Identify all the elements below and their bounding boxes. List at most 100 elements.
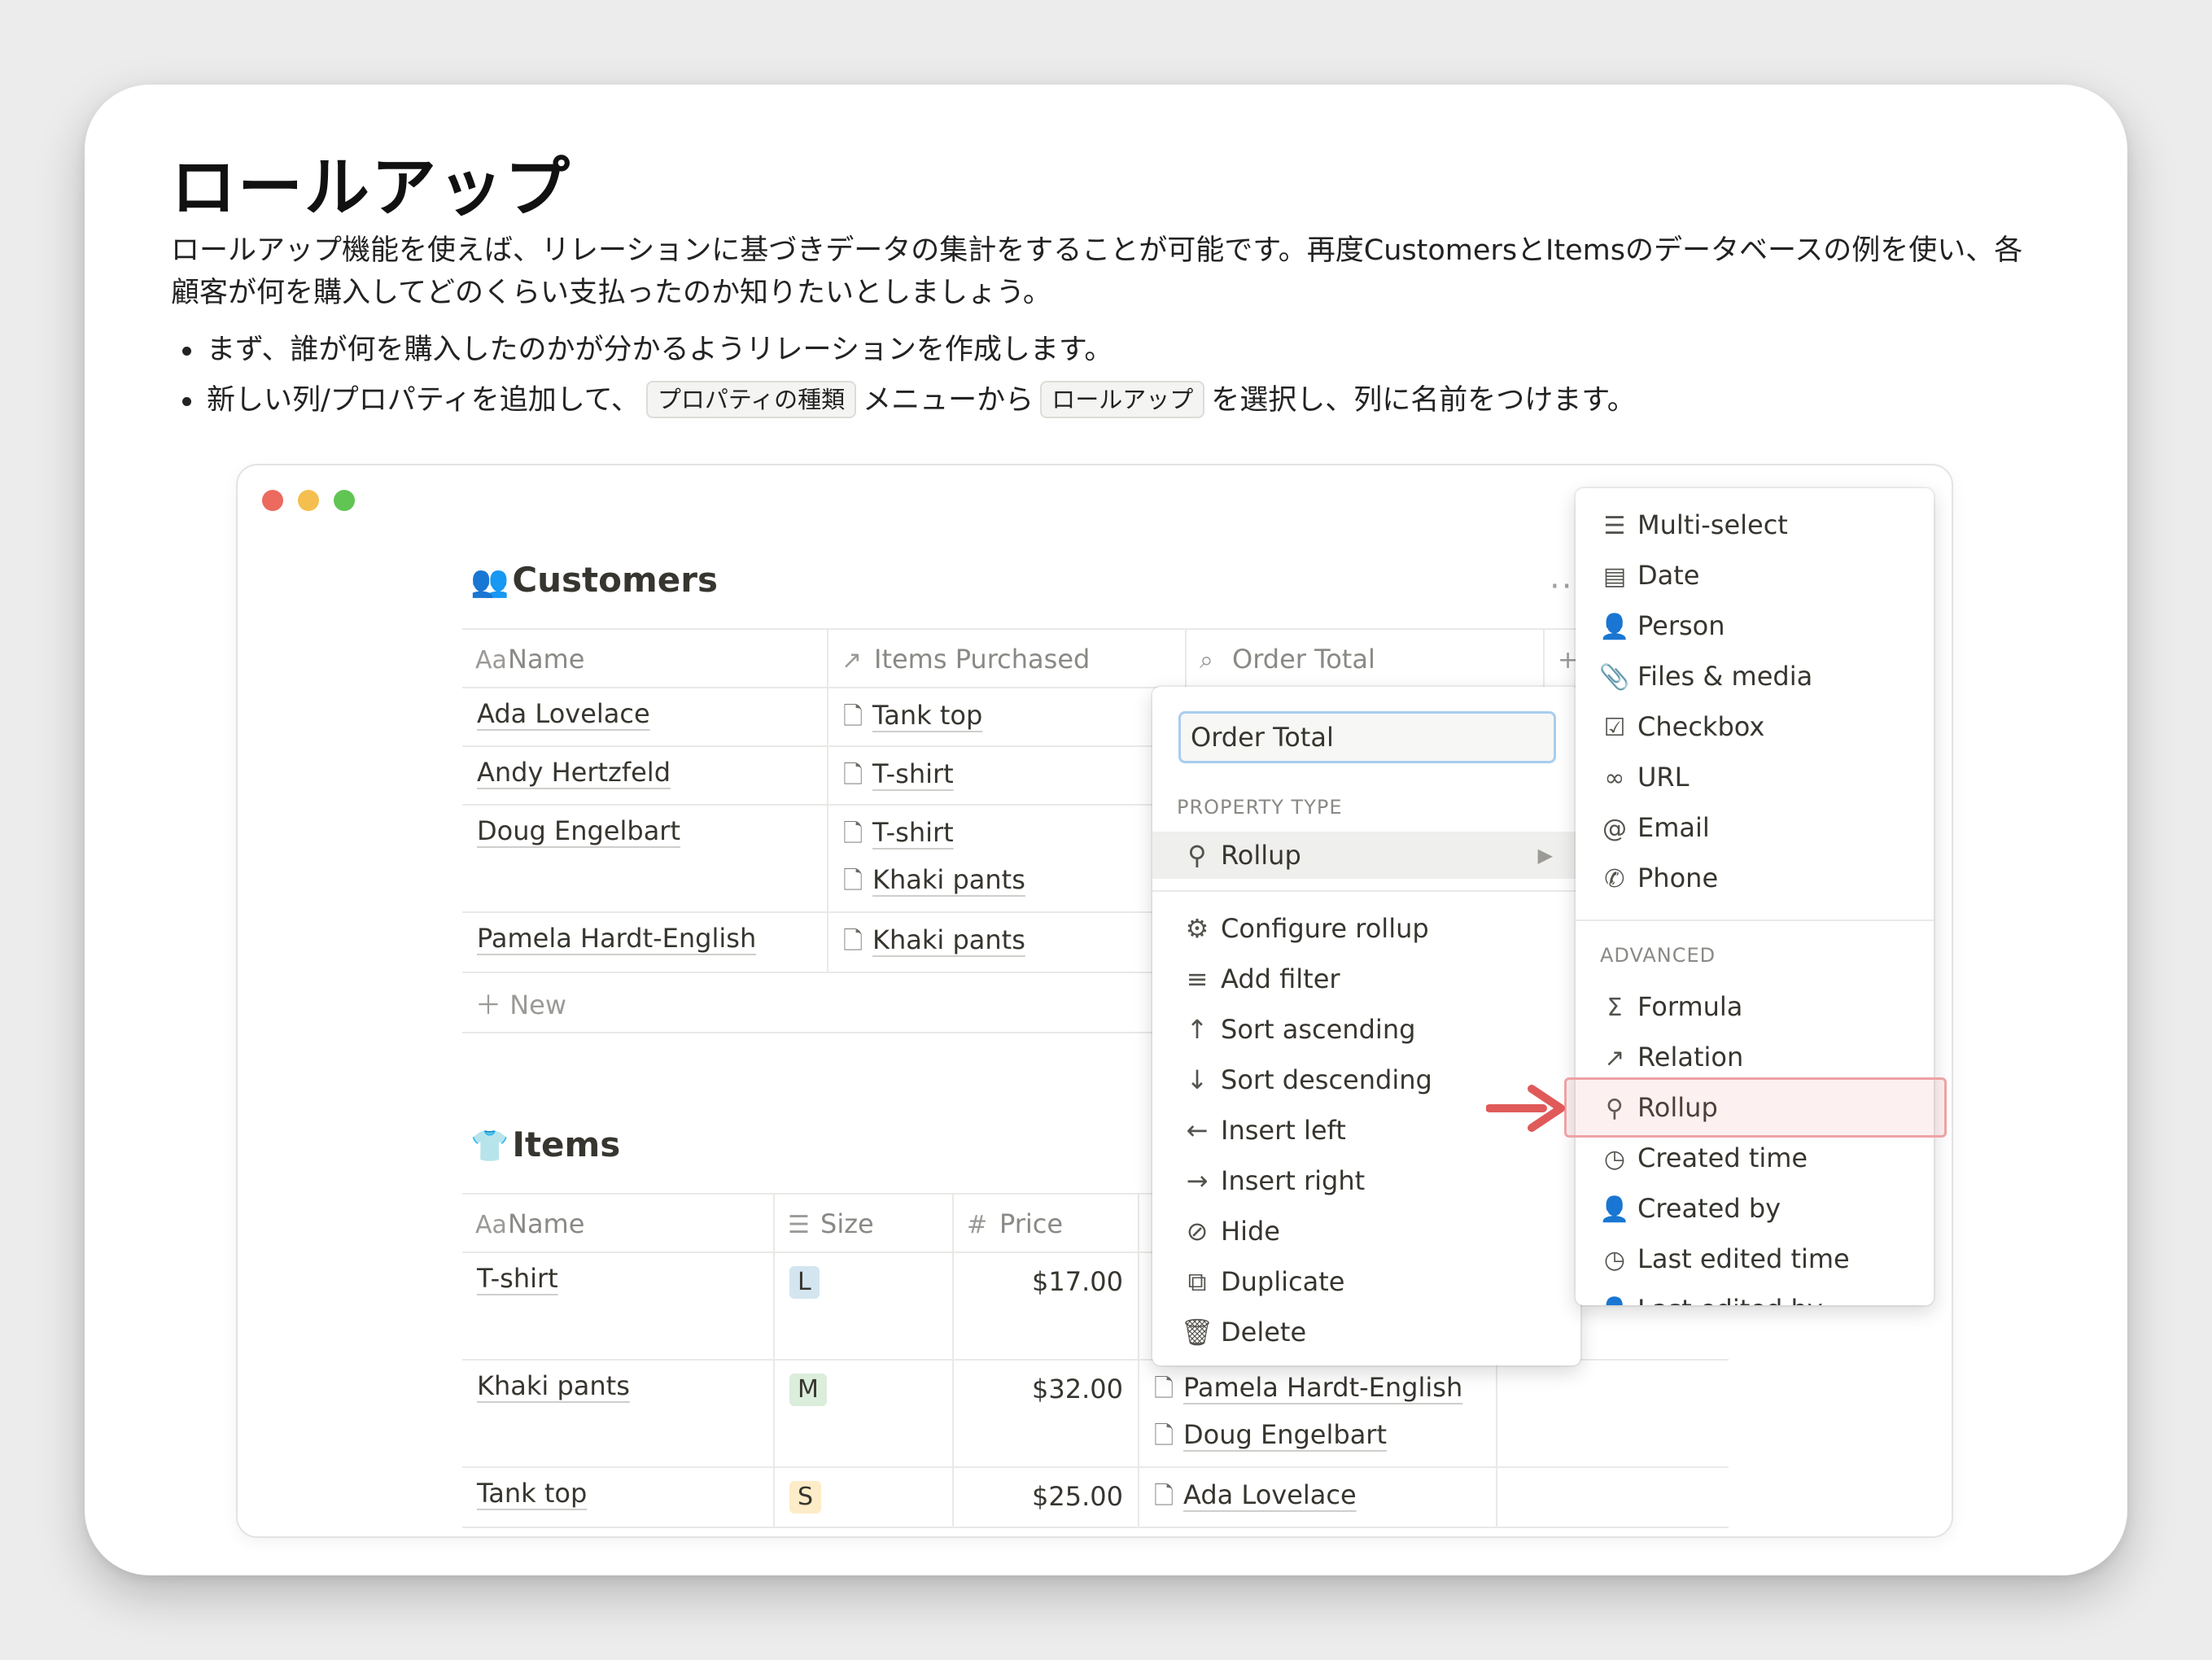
menu-item-sort-ascending[interactable]: ↑ Sort ascending xyxy=(1152,1006,1580,1053)
table-row[interactable]: Khaki pants M $32.00 🗋 Pamela Hardt-Engli… xyxy=(462,1361,1729,1468)
type-person[interactable]: 👤 Person xyxy=(1576,602,1934,649)
arrow-left-icon: ← xyxy=(1186,1115,1209,1146)
item-name[interactable]: Khaki pants xyxy=(477,1370,630,1401)
relation-item[interactable]: 🗋 Pamela Hardt-English xyxy=(1154,1370,1462,1412)
item-name[interactable]: Tank top xyxy=(477,1478,587,1509)
pointer-arrow-icon xyxy=(1486,1085,1565,1132)
name-cell[interactable]: Pamela Hardt-English xyxy=(462,913,828,972)
relation-item[interactable]: 🗋 Tank top xyxy=(843,698,982,740)
customers-cell[interactable]: 🗋 Pamela Hardt-English 🗋 Doug Engelbart xyxy=(1139,1361,1497,1466)
name-cell[interactable]: Ada Lovelace xyxy=(462,688,828,745)
table-row[interactable]: Tank top S $25.00 🗋 Ada Lovelace xyxy=(462,1468,1729,1528)
type-url[interactable]: ∞ URL xyxy=(1576,754,1934,801)
submenu-item-label: Email xyxy=(1637,812,1710,843)
price-cell[interactable]: $17.00 xyxy=(954,1253,1139,1359)
menu-item-add-filter[interactable]: ≡ Add filter xyxy=(1152,955,1580,1003)
column-header-order-total[interactable]: ⌕ Order Total xyxy=(1187,630,1545,688)
size-cell[interactable]: M xyxy=(775,1361,954,1466)
price-value: $17.00 xyxy=(1032,1266,1123,1297)
menu-item-label: Duplicate xyxy=(1221,1266,1345,1297)
relation-item[interactable]: 🗋 T-shirt xyxy=(843,757,954,798)
column-header-name[interactable]: AaName xyxy=(462,1195,775,1253)
submenu-item-label: Last edited by xyxy=(1637,1294,1823,1305)
menu-item-delete[interactable]: 🗑 Delete xyxy=(1152,1308,1580,1356)
window-zoom-button[interactable] xyxy=(334,490,355,511)
items-cell[interactable]: 🗋 Tank top xyxy=(828,688,1187,745)
window-minimize-button[interactable] xyxy=(298,490,319,511)
submenu-item-label: Date xyxy=(1637,560,1700,591)
items-title[interactable]: 👕Items xyxy=(470,1125,620,1164)
column-header-items-purchased[interactable]: ↗ Items Purchased xyxy=(828,630,1187,688)
type-last-edited-by[interactable]: 👤 Last edited by xyxy=(1576,1286,1934,1305)
price-cell[interactable]: $32.00 xyxy=(954,1361,1139,1466)
submenu-item-label: Formula xyxy=(1637,991,1743,1022)
link-icon: ∞ xyxy=(1604,764,1625,793)
type-created-time[interactable]: ◷ Created time xyxy=(1576,1134,1934,1182)
type-multi-select[interactable]: ☰ Multi-select xyxy=(1576,501,1934,548)
bullet-text: を選択し、列に名前をつけます。 xyxy=(1211,384,1636,417)
name-cell[interactable]: Doug Engelbart xyxy=(462,806,828,911)
items-cell[interactable]: 🗋 Khaki pants xyxy=(828,913,1187,972)
new-row-button[interactable]: ＋ New xyxy=(475,985,566,1022)
menu-item-configure-rollup[interactable]: ⚙ Configure rollup xyxy=(1152,905,1580,952)
price-cell[interactable]: $25.00 xyxy=(954,1468,1139,1527)
intro-paragraph: ロールアップ機能を使えば、リレーションに基づきデータの集計をすることが可能です。… xyxy=(171,234,2023,309)
property-name-input[interactable]: Order Total xyxy=(1178,711,1556,763)
menu-item-label: Rollup xyxy=(1221,840,1301,871)
items-cell[interactable]: 🗋 T-shirt xyxy=(828,747,1187,804)
column-header-size[interactable]: ☰ Size xyxy=(775,1195,954,1253)
trash-icon: 🗑 xyxy=(1180,1317,1214,1348)
type-files-media[interactable]: 📎 Files & media xyxy=(1576,653,1934,700)
bullet-text: まず、誰が何を購入したのかが分かるようリレーションを作成します。 xyxy=(207,334,1113,366)
window-close-button[interactable] xyxy=(262,490,283,511)
relation-item[interactable]: 🗋 Ada Lovelace xyxy=(1154,1478,1357,1519)
name-cell[interactable]: Tank top xyxy=(462,1468,775,1527)
type-formula[interactable]: Σ Formula xyxy=(1576,983,1934,1030)
type-last-edited-time[interactable]: ◷ Last edited time xyxy=(1576,1235,1934,1282)
gear-icon: ⚙ xyxy=(1185,913,1209,944)
customers-title[interactable]: 👥Customers xyxy=(470,560,718,600)
bullet-text: メニューから xyxy=(863,384,1034,417)
customer-name[interactable]: Pamela Hardt-English xyxy=(477,923,756,954)
type-created-by[interactable]: 👤 Created by xyxy=(1576,1185,1934,1232)
new-row-label: New xyxy=(509,989,566,1020)
type-checkbox[interactable]: ☑ Checkbox xyxy=(1576,703,1934,750)
customer-name[interactable]: Doug Engelbart xyxy=(477,815,680,846)
size-cell[interactable]: L xyxy=(775,1253,954,1359)
customers-cell[interactable]: 🗋 Ada Lovelace xyxy=(1139,1468,1497,1527)
item-name[interactable]: T-shirt xyxy=(477,1263,558,1294)
clock-icon: ◷ xyxy=(1603,1145,1626,1173)
type-email[interactable]: @ Email xyxy=(1576,804,1934,851)
relation-item[interactable]: 🗋 Khaki pants xyxy=(843,923,1025,964)
type-date[interactable]: ▤ Date xyxy=(1576,552,1934,599)
menu-item-hide[interactable]: ⊘ Hide xyxy=(1152,1208,1580,1255)
submenu-item-label: Files & media xyxy=(1637,661,1813,692)
name-cell[interactable]: Andy Hertzfeld xyxy=(462,747,828,804)
relation-item[interactable]: 🗋 T-shirt xyxy=(843,815,954,857)
menu-item-insert-right[interactable]: → Insert right xyxy=(1152,1157,1580,1204)
name-cell[interactable]: Khaki pants xyxy=(462,1361,775,1466)
property-type-rollup[interactable]: ⚲ Rollup ▶ xyxy=(1152,832,1580,879)
items-cell[interactable]: 🗋 T-shirt 🗋 Khaki pants xyxy=(828,806,1187,911)
column-header-price[interactable]: # Price xyxy=(954,1195,1139,1253)
items-title-text: Items xyxy=(512,1125,621,1164)
relation-item[interactable]: 🗋 Doug Engelbart xyxy=(1154,1418,1387,1459)
customer-name[interactable]: Andy Hertzfeld xyxy=(477,757,671,788)
type-phone[interactable]: ✆ Phone xyxy=(1576,854,1934,902)
menu-item-label: Delete xyxy=(1221,1317,1307,1348)
relation-item[interactable]: 🗋 Khaki pants xyxy=(843,863,1025,904)
relation-item-label: T-shirt xyxy=(872,758,954,789)
size-cell[interactable]: S xyxy=(775,1468,954,1527)
menu-item-label: Insert right xyxy=(1221,1165,1366,1196)
menu-item-duplicate[interactable]: ⧉ Duplicate xyxy=(1152,1258,1580,1305)
arrow-up-icon: ↑ xyxy=(1186,1014,1209,1045)
name-cell[interactable]: T-shirt xyxy=(462,1253,775,1359)
type-relation[interactable]: ↗ Relation xyxy=(1576,1033,1934,1081)
customer-name[interactable]: Ada Lovelace xyxy=(477,698,650,729)
customers-title-text: Customers xyxy=(512,560,718,600)
inline-code-property-type: プロパティの種類 xyxy=(645,381,857,418)
list-icon: ☰ xyxy=(788,1211,810,1239)
relation-item-label: Tank top xyxy=(872,700,983,731)
advanced-label: ADVANCED xyxy=(1600,944,1716,967)
column-header-name[interactable]: AaName xyxy=(462,630,828,688)
